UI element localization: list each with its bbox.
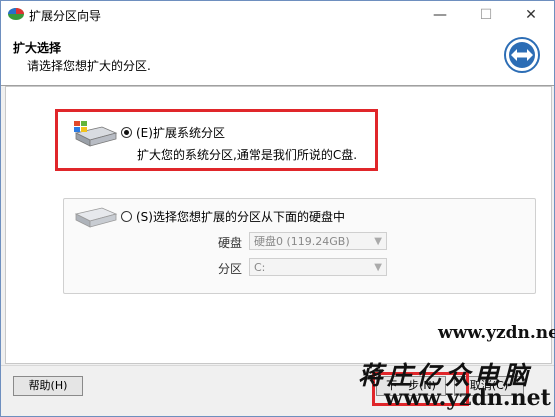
minimize-button[interactable]: — [417, 1, 463, 29]
watermark-url-top: www.yzdn.net [438, 323, 555, 343]
select-partition-label[interactable]: (S)选择您想扩展的分区从下面的硬盘中 [136, 208, 345, 225]
disk-select-value: 硬盘0 (119.24GB) [254, 235, 350, 248]
chevron-down-icon: ▼ [374, 262, 382, 273]
maximize-button[interactable]: ☐ [463, 1, 509, 29]
highlight-box-option [55, 109, 378, 171]
wizard-header: 扩大选择 请选择您想扩大的分区. [1, 29, 554, 86]
window-title: 扩展分区向导 [29, 9, 102, 23]
title-bar: 扩展分区向导 — ☐ ✕ [1, 1, 554, 29]
hard-drive-icon [74, 207, 118, 228]
expand-arrows-logo-icon [504, 37, 540, 73]
page-title: 扩大选择 [13, 41, 62, 55]
select-partition-radio[interactable] [121, 211, 132, 222]
disk-label: 硬盘 [218, 236, 243, 250]
app-icon [8, 8, 24, 20]
chevron-down-icon: ▼ [374, 236, 382, 247]
page-subtitle: 请选择您想扩大的分区. [27, 59, 151, 73]
disk-select[interactable]: 硬盘0 (119.24GB) ▼ [249, 232, 387, 250]
wizard-window: 扩展分区向导 — ☐ ✕ 扩大选择 请选择您想扩大的分区. (E)扩展系统分区 … [0, 0, 555, 417]
partition-select-value: C: [254, 261, 266, 274]
close-button[interactable]: ✕ [508, 1, 554, 29]
partition-select[interactable]: C: ▼ [249, 258, 387, 276]
watermark-url: www.yzdn.net [384, 385, 551, 411]
partition-label: 分区 [218, 262, 243, 276]
help-button[interactable]: 帮助(H) [13, 376, 83, 396]
